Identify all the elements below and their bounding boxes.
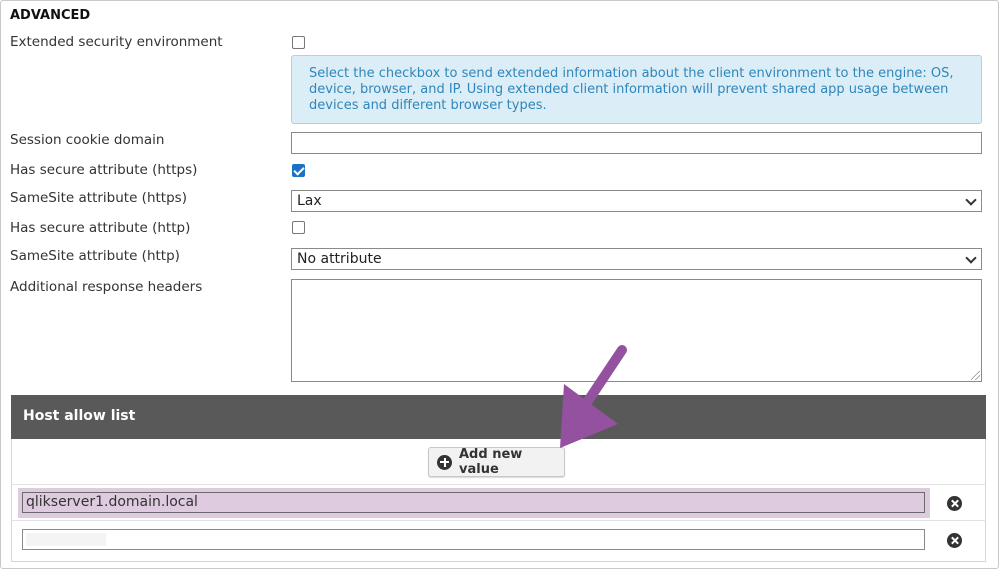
extended-security-checkbox[interactable]	[292, 36, 305, 49]
arrow-annotation-icon	[560, 345, 627, 448]
resize-grip-icon[interactable]	[971, 371, 980, 380]
samesite-https-select[interactable]: Lax	[291, 190, 982, 212]
divider	[11, 520, 986, 521]
divider	[11, 484, 986, 485]
info-text: Select the checkbox to send extended inf…	[309, 66, 954, 113]
close-circle-icon[interactable]	[947, 496, 962, 511]
section-title: ADVANCED	[10, 8, 91, 23]
samesite-https-label: SameSite attribute (https)	[10, 190, 187, 206]
secure-http-checkbox[interactable]	[292, 221, 305, 234]
host-entry-input-1[interactable]: qlikserver1.domain.local	[22, 492, 925, 513]
info-box: Select the checkbox to send extended inf…	[291, 55, 982, 124]
redacted-value	[26, 533, 106, 546]
samesite-http-select[interactable]: No attribute	[291, 248, 982, 270]
secure-https-checkbox[interactable]	[292, 164, 305, 177]
plus-circle-icon	[437, 454, 452, 470]
additional-headers-label: Additional response headers	[10, 279, 203, 295]
secure-http-label: Has secure attribute (http)	[10, 220, 191, 236]
secure-https-label: Has secure attribute (https)	[10, 162, 198, 178]
close-circle-icon[interactable]	[947, 533, 962, 548]
session-cookie-domain-input[interactable]	[291, 132, 982, 154]
samesite-http-label: SameSite attribute (http)	[10, 248, 180, 264]
chevron-down-icon	[965, 194, 977, 206]
host-entry-input-2[interactable]	[22, 529, 925, 550]
session-cookie-domain-label: Session cookie domain	[10, 132, 165, 148]
host-allow-list-header: Host allow list	[11, 395, 986, 439]
samesite-http-value: No attribute	[297, 251, 382, 267]
samesite-https-value: Lax	[297, 193, 322, 209]
chevron-down-icon	[965, 252, 977, 264]
extended-security-label: Extended security environment	[10, 34, 223, 50]
